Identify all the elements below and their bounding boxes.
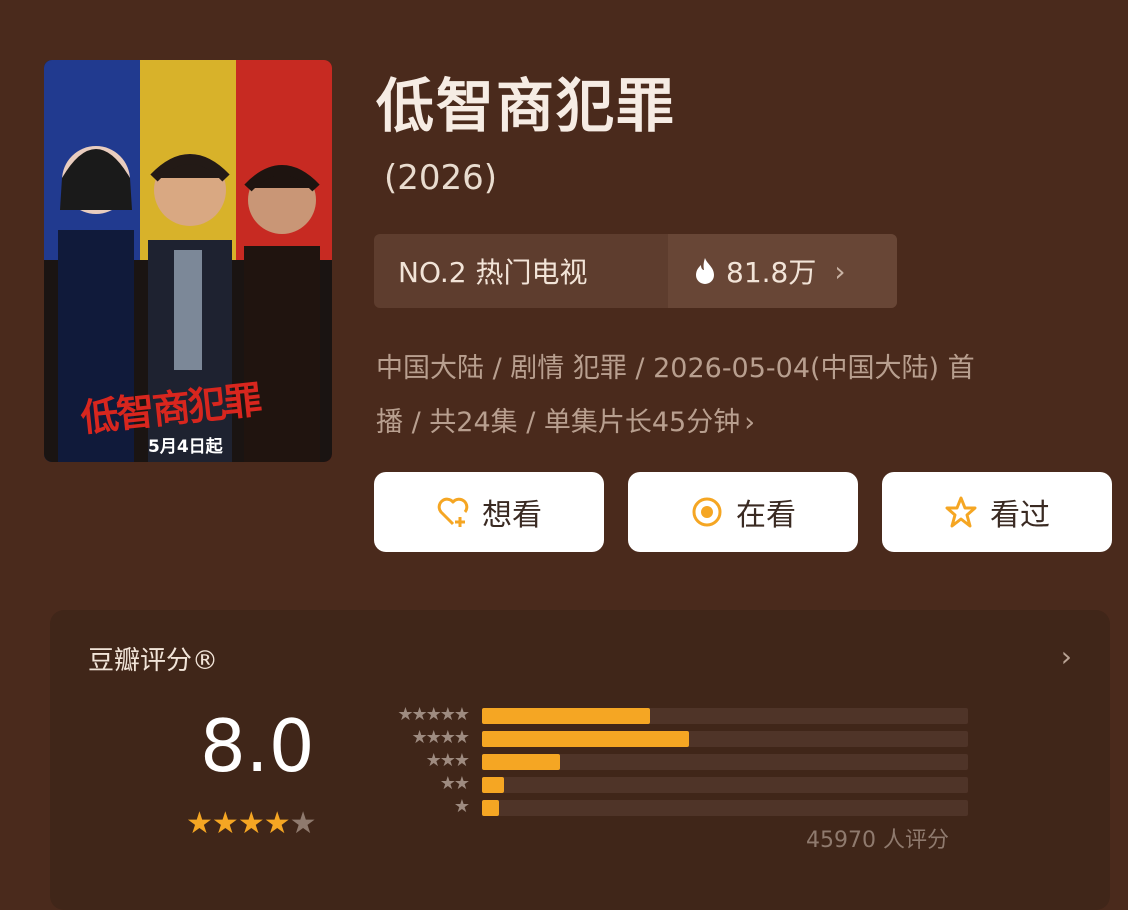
- distribution-stars-icon: ★: [453, 796, 470, 817]
- star-filled-icon: ★: [263, 806, 291, 841]
- rating-count: 45970 人评分: [806, 828, 949, 853]
- rating-score: 8.0: [200, 704, 315, 788]
- rating-stars: ★★★★★: [186, 806, 317, 841]
- star-filled-icon: ★: [211, 806, 239, 841]
- star-filled-icon: ★: [237, 806, 265, 841]
- meta-line-1: 中国大陆 / 剧情 犯罪 / 2026-05-04(中国大陆) 首: [376, 353, 975, 384]
- distribution-track: [482, 731, 968, 747]
- poster-image[interactable]: 低智商犯罪 5月4日起: [44, 60, 332, 462]
- distribution-stars-icon: ★★: [439, 773, 470, 794]
- want-to-watch-button[interactable]: 想看: [374, 472, 604, 552]
- watched-button[interactable]: 看过: [882, 472, 1112, 552]
- distribution-track: [482, 708, 968, 724]
- poster-date: 5月4日起: [148, 437, 223, 457]
- rating-distribution-row: ★★★★★: [368, 704, 968, 727]
- distribution-track: [482, 754, 968, 770]
- distribution-stars-icon: ★★★: [425, 750, 470, 771]
- heat-value-group[interactable]: 81.8万 ›: [668, 234, 897, 308]
- show-year: (2026): [384, 158, 498, 198]
- meta-line-2: 播 / 共24集 / 单集片长45分钟: [376, 407, 741, 438]
- distribution-bar: [482, 754, 560, 770]
- rating-distribution-row: ★★: [368, 773, 968, 796]
- rating-distribution-row: ★★★: [368, 750, 968, 773]
- rating-distribution: ★★★★★ ★★★★ ★★★ ★★ ★: [368, 704, 968, 819]
- distribution-bar: [482, 731, 689, 747]
- target-icon: [692, 497, 722, 527]
- chevron-right-icon[interactable]: ›: [1061, 640, 1072, 673]
- show-title: 低智商犯罪: [376, 72, 677, 140]
- fire-icon: [696, 258, 714, 284]
- want-to-watch-label: 想看: [482, 498, 542, 533]
- heat-value: 81.8万: [726, 256, 817, 289]
- distribution-stars-icon: ★★★★: [411, 727, 470, 748]
- watched-label: 看过: [990, 498, 1050, 533]
- rating-distribution-row: ★★★★: [368, 727, 968, 750]
- show-meta[interactable]: 中国大陆 / 剧情 犯罪 / 2026-05-04(中国大陆) 首 播 / 共2…: [376, 342, 1076, 450]
- heart-plus-icon: [437, 497, 469, 527]
- distribution-bar: [482, 777, 504, 793]
- star-filled-icon: ★: [186, 806, 213, 841]
- rank-badge[interactable]: NO.2 热门电视 81.8万 ›: [374, 234, 897, 308]
- rating-distribution-row: ★: [368, 796, 968, 819]
- distribution-track: [482, 800, 968, 816]
- watching-label: 在看: [736, 498, 796, 533]
- rank-label: NO.2 热门电视: [398, 256, 588, 289]
- chevron-right-icon: ›: [744, 407, 756, 438]
- star-outline-icon: [945, 496, 977, 528]
- distribution-track: [482, 777, 968, 793]
- rating-card[interactable]: 豆瓣评分® › 8.0 ★★★★★ ★★★★★ ★★★★ ★★★ ★★ ★ 45970 …: [50, 610, 1110, 910]
- watching-button[interactable]: 在看: [628, 472, 858, 552]
- distribution-bar: [482, 708, 650, 724]
- chevron-right-icon: ›: [834, 254, 846, 288]
- distribution-bar: [482, 800, 499, 816]
- distribution-stars-icon: ★★★★★: [397, 704, 470, 725]
- rating-title: 豆瓣评分®: [88, 646, 219, 676]
- star-empty-icon: ★: [289, 806, 317, 841]
